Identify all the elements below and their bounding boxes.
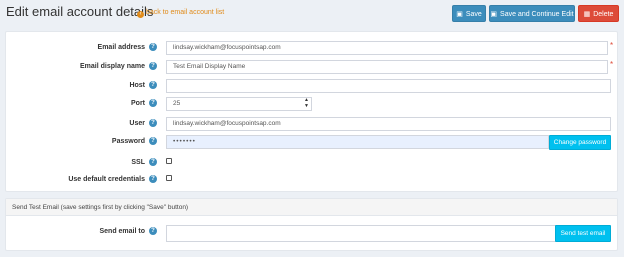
test-email-panel: Send Test Email (save settings first by … (5, 198, 618, 251)
send-email-row: Send email to ? Send test email (6, 225, 619, 242)
chevron-down-icon[interactable]: ▼ (302, 103, 311, 109)
default-credentials-checkbox[interactable] (166, 175, 172, 181)
delete-button[interactable]: ▦ Delete (578, 5, 619, 22)
send-test-email-button[interactable]: Send test email (555, 225, 611, 242)
help-icon[interactable]: ? (149, 99, 157, 107)
ssl-label: SSL (131, 159, 145, 166)
host-label: Host (129, 82, 145, 89)
change-password-button[interactable]: Change password (549, 135, 611, 150)
email-address-row: Email address ? lindsay.wickham@focuspoi… (6, 41, 619, 55)
default-credentials-row: Use default credentials ? (6, 173, 619, 187)
user-row: User ? lindsay.wickham@focuspointsap.com (6, 117, 619, 131)
save-button-label: Save (465, 11, 482, 18)
help-icon[interactable]: ? (149, 227, 157, 235)
default-credentials-label: Use default credentials (68, 176, 145, 183)
delete-button-label: Delete (593, 11, 614, 18)
display-name-row: Email display name ? Test Email Display … (6, 60, 619, 74)
password-input[interactable]: ••••••• (166, 135, 549, 149)
display-name-label: Email display name (80, 63, 145, 70)
help-icon[interactable]: ? (149, 175, 157, 183)
required-mark: * (610, 60, 614, 69)
host-row: Host ? (6, 79, 619, 93)
floppy-disk-icon: ▣ (490, 11, 498, 18)
password-row: Password ? ••••••• Change password (6, 135, 619, 150)
save-button[interactable]: ▣ Save (452, 5, 486, 22)
host-input[interactable] (166, 79, 611, 93)
port-row: Port ? 25 ▲ ▼ (6, 97, 619, 111)
help-icon[interactable]: ? (149, 81, 157, 89)
help-icon[interactable]: ? (149, 43, 157, 51)
test-email-header: Send Test Email (save settings first by … (6, 199, 617, 216)
back-to-list-link[interactable]: ‹ back to email account list (137, 9, 224, 18)
page-title: Edit email account details (6, 4, 154, 19)
trash-icon: ▦ (583, 11, 591, 18)
port-stepper[interactable]: ▲ ▼ (302, 97, 311, 111)
required-mark: * (610, 41, 614, 50)
save-continue-label: Save and Continue Edit (500, 11, 574, 18)
port-label: Port (131, 100, 145, 107)
account-details-panel: Email address ? lindsay.wickham@focuspoi… (5, 31, 618, 192)
ssl-checkbox[interactable] (166, 158, 172, 164)
help-icon[interactable]: ? (149, 119, 157, 127)
help-icon[interactable]: ? (149, 137, 157, 145)
send-email-to-input[interactable] (166, 225, 556, 242)
password-label: Password (111, 138, 145, 145)
port-input[interactable]: 25 (166, 97, 312, 111)
send-email-to-label: Send email to (99, 228, 145, 235)
ssl-row: SSL ? (6, 156, 619, 170)
arrow-left-circle-icon: ‹ (137, 11, 144, 18)
help-icon[interactable]: ? (149, 62, 157, 70)
help-icon[interactable]: ? (149, 158, 157, 166)
save-and-continue-button[interactable]: ▣ Save and Continue Edit (489, 5, 575, 22)
back-link-label: back to email account list (146, 9, 225, 16)
email-address-label: Email address (97, 44, 145, 51)
user-input[interactable]: lindsay.wickham@focuspointsap.com (166, 117, 611, 131)
user-label: User (129, 120, 145, 127)
content-header: Edit email account details ‹ back to emai… (0, 0, 624, 28)
floppy-disk-icon: ▣ (456, 11, 463, 18)
display-name-input[interactable]: Test Email Display Name (166, 60, 608, 74)
email-address-input[interactable]: lindsay.wickham@focuspointsap.com (166, 41, 608, 55)
